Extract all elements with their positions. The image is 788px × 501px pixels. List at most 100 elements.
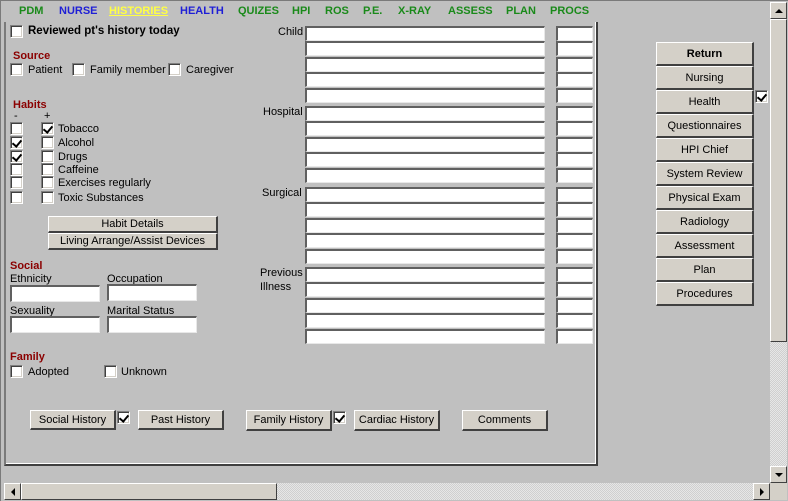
history-hospital-description-field[interactable] [305, 168, 545, 183]
reviewed-checkbox[interactable] [10, 25, 23, 38]
habit-exercise-minus-checkbox[interactable] [10, 176, 23, 189]
scroll-down-button[interactable] [770, 466, 787, 483]
history-surgical-date-field[interactable] [556, 202, 593, 217]
history-child-date-field[interactable] [556, 57, 593, 72]
history-surgical-description-field[interactable] [305, 202, 545, 217]
scroll-right-button[interactable] [753, 483, 770, 500]
horizontal-scroll-thumb[interactable] [21, 483, 277, 500]
health-checkbox[interactable] [755, 90, 768, 103]
marital-status-field[interactable] [107, 316, 197, 333]
history-previous-description-field[interactable] [305, 267, 545, 282]
history-child-description-field[interactable] [305, 72, 545, 87]
system-review-button[interactable]: System Review [656, 162, 754, 186]
habit-alcohol-minus-checkbox[interactable] [10, 136, 23, 149]
history-surgical-date-field[interactable] [556, 187, 593, 202]
living-arrange-button[interactable]: Living Arrange/Assist Devices [48, 233, 218, 250]
history-hospital-date-field[interactable] [556, 168, 593, 183]
family-unknown-checkbox[interactable] [104, 365, 117, 378]
health-button[interactable]: Health [656, 90, 754, 114]
nav-histories[interactable]: HISTORIES [109, 5, 168, 17]
history-child-date-field[interactable] [556, 88, 593, 103]
scroll-up-button[interactable] [770, 2, 787, 19]
history-previous-date-field[interactable] [556, 329, 593, 344]
history-surgical-description-field[interactable] [305, 218, 545, 233]
habit-details-button[interactable]: Habit Details [48, 216, 218, 233]
vertical-scroll-thumb[interactable] [770, 19, 787, 342]
family-history-checkbox[interactable] [333, 411, 346, 424]
history-child-date-field[interactable] [556, 72, 593, 87]
nav-hpi[interactable]: HPI [292, 5, 310, 17]
habit-caffeine-plus-checkbox[interactable] [41, 163, 54, 176]
habit-exercise-plus-checkbox[interactable] [41, 176, 54, 189]
history-child-date-field[interactable] [556, 26, 593, 41]
history-surgical-date-field[interactable] [556, 218, 593, 233]
history-surgical-description-field[interactable] [305, 249, 545, 264]
ethnicity-field[interactable] [10, 285, 100, 302]
nav-ros[interactable]: ROS [325, 5, 349, 17]
source-caregiver-checkbox[interactable] [168, 63, 181, 76]
history-previous-date-field[interactable] [556, 282, 593, 297]
history-hospital-date-field[interactable] [556, 106, 593, 121]
history-hospital-date-field[interactable] [556, 137, 593, 152]
nav-pdm[interactable]: PDM [19, 5, 43, 17]
history-previous-date-field[interactable] [556, 313, 593, 328]
nav-quizes[interactable]: QUIZES [238, 5, 279, 17]
history-child-description-field[interactable] [305, 88, 545, 103]
questionnaires-button[interactable]: Questionnaires [656, 114, 754, 138]
habit-tobacco-minus-checkbox[interactable] [10, 122, 23, 135]
history-hospital-date-field[interactable] [556, 121, 593, 136]
nav-pe[interactable]: P.E. [363, 5, 382, 17]
family-history-button[interactable]: Family History [246, 410, 332, 431]
family-adopted-checkbox[interactable] [10, 365, 23, 378]
history-child-description-field[interactable] [305, 41, 545, 56]
nursing-button[interactable]: Nursing [656, 66, 754, 90]
history-previous-description-field[interactable] [305, 329, 545, 344]
history-child-date-field[interactable] [556, 41, 593, 56]
history-surgical-date-field[interactable] [556, 249, 593, 264]
social-history-button[interactable]: Social History [30, 410, 116, 430]
history-surgical-description-field[interactable] [305, 187, 545, 202]
history-previous-date-field[interactable] [556, 298, 593, 313]
habit-tobacco-plus-checkbox[interactable] [41, 122, 54, 135]
procedures-button[interactable]: Procedures [656, 282, 754, 306]
history-surgical-description-field[interactable] [305, 233, 545, 248]
nav-plan[interactable]: PLAN [506, 5, 536, 17]
history-previous-date-field[interactable] [556, 267, 593, 282]
history-hospital-description-field[interactable] [305, 121, 545, 136]
assessment-button[interactable]: Assessment [656, 234, 754, 258]
habit-alcohol-plus-checkbox[interactable] [41, 136, 54, 149]
history-hospital-date-field[interactable] [556, 152, 593, 167]
habit-caffeine-minus-checkbox[interactable] [10, 163, 23, 176]
occupation-field[interactable] [107, 284, 197, 301]
radiology-button[interactable]: Radiology [656, 210, 754, 234]
plan-button[interactable]: Plan [656, 258, 754, 282]
horizontal-scrollbar[interactable] [4, 483, 770, 500]
nav-xray[interactable]: X-RAY [398, 5, 431, 17]
vertical-scrollbar[interactable] [770, 2, 787, 483]
history-hospital-description-field[interactable] [305, 137, 545, 152]
history-child-description-field[interactable] [305, 57, 545, 72]
return-button[interactable]: Return [656, 42, 754, 66]
history-previous-description-field[interactable] [305, 313, 545, 328]
history-previous-description-field[interactable] [305, 298, 545, 313]
habit-drugs-minus-checkbox[interactable] [10, 150, 23, 163]
nav-procs[interactable]: PROCS [550, 5, 589, 17]
scroll-left-button[interactable] [4, 483, 21, 500]
comments-button[interactable]: Comments [462, 410, 548, 431]
sexuality-field[interactable] [10, 316, 100, 333]
physical-exam-button[interactable]: Physical Exam [656, 186, 754, 210]
source-family-member-checkbox[interactable] [72, 63, 85, 76]
past-history-button[interactable]: Past History [138, 410, 224, 430]
history-surgical-date-field[interactable] [556, 233, 593, 248]
habit-toxic-plus-checkbox[interactable] [41, 191, 54, 204]
history-hospital-description-field[interactable] [305, 106, 545, 121]
nav-assess[interactable]: ASSESS [448, 5, 493, 17]
history-child-description-field[interactable] [305, 26, 545, 41]
social-history-checkbox[interactable] [117, 411, 130, 424]
history-hospital-description-field[interactable] [305, 152, 545, 167]
source-patient-checkbox[interactable] [10, 63, 23, 76]
hpi-chief-button[interactable]: HPI Chief [656, 138, 754, 162]
habit-drugs-plus-checkbox[interactable] [41, 150, 54, 163]
nav-nurse[interactable]: NURSE [59, 5, 98, 17]
cardiac-history-button[interactable]: Cardiac History [354, 410, 440, 431]
